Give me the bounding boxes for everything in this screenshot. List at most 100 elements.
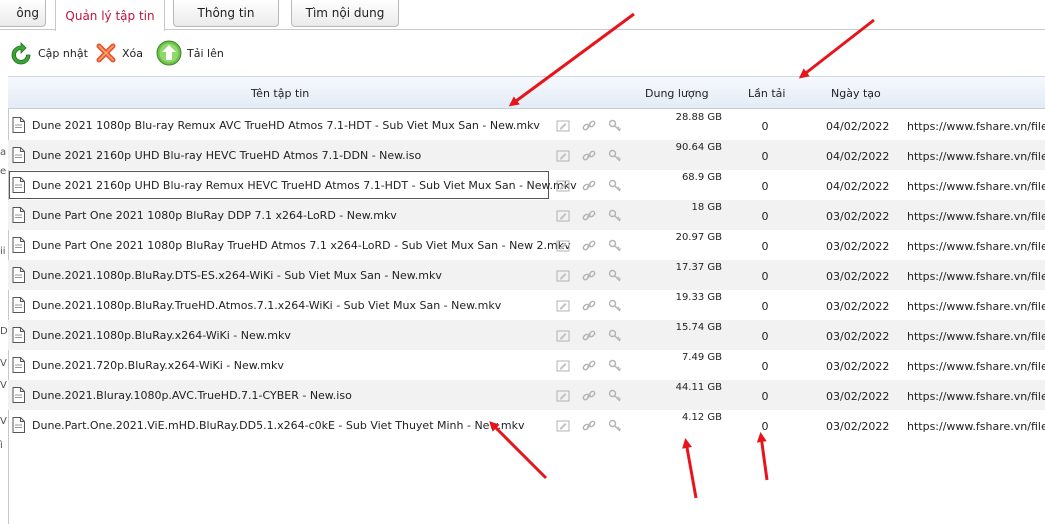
edit-icon[interactable] [556, 389, 570, 405]
edit-icon[interactable] [556, 269, 570, 285]
file-name[interactable]: Dune.2021.Bluray.1080p.AVC.TrueHD.7.1-CY… [32, 389, 352, 402]
refresh-button[interactable]: Cập nhật [9, 39, 88, 67]
key-icon[interactable] [608, 239, 622, 256]
table-row[interactable]: Dune 2021 2160p UHD Blu-ray Remux HEVC T… [8, 170, 1045, 200]
table-row[interactable]: Dune.2021.Bluray.1080p.AVC.TrueHD.7.1-CY… [8, 380, 1045, 410]
key-icon[interactable] [608, 389, 622, 406]
file-name[interactable]: Dune.2021.1080p.BluRay.TrueHD.Atmos.7.1.… [32, 299, 501, 312]
link-icon[interactable] [582, 329, 596, 346]
file-size: 68.9 GB [681, 172, 722, 183]
file-link[interactable]: https://www.fshare.vn/file/A [907, 180, 1045, 193]
table-row[interactable]: Dune.2021.720p.BluRay.x264-WiKi - New.mk… [8, 350, 1045, 380]
key-icon[interactable] [608, 149, 622, 166]
link-icon[interactable] [582, 119, 596, 136]
column-header-created[interactable]: Ngày tạo [831, 87, 881, 100]
download-count: 0 [761, 120, 769, 133]
edit-icon[interactable] [556, 119, 570, 135]
edit-icon[interactable] [556, 209, 570, 225]
file-size: 18 GB [691, 202, 722, 213]
tab-search-content[interactable]: Tìm nội dung [291, 0, 399, 27]
tab-file-manager[interactable]: Quản lý tập tin [55, 0, 165, 31]
edit-icon[interactable] [556, 149, 570, 165]
file-name[interactable]: Dune.2021.1080p.BluRay.x264-WiKi - New.m… [32, 329, 291, 342]
table-row[interactable]: Dune.2021.1080p.BluRay.TrueHD.Atmos.7.1.… [8, 290, 1045, 320]
file-name[interactable]: Dune.2021.720p.BluRay.x264-WiKi - New.mk… [32, 359, 284, 372]
link-icon[interactable] [582, 389, 596, 406]
file-link[interactable]: https://www.fshare.vn/file/E [907, 300, 1045, 313]
key-icon[interactable] [608, 119, 622, 136]
key-icon[interactable] [608, 329, 622, 346]
file-link[interactable]: https://www.fshare.vn/file/S [907, 120, 1045, 133]
table-row[interactable]: Dune.2021.1080p.BluRay.x264-WiKi - New.m… [8, 320, 1045, 350]
download-count: 0 [761, 330, 769, 343]
file-list: Dune 2021 1080p Blu-ray Remux AVC TrueHD… [8, 110, 1045, 440]
link-icon[interactable] [582, 209, 596, 226]
left-panel-fragment: D [0, 326, 8, 337]
tab-partial[interactable]: ông [0, 0, 46, 27]
edit-icon[interactable] [556, 299, 570, 315]
key-icon[interactable] [608, 179, 622, 196]
table-header: Tên tập tin Dung lượng Lần tải Ngày tạo [8, 76, 1045, 109]
file-name[interactable]: Dune.Part.One.2021.ViE.mHD.BluRay.DD5.1.… [32, 419, 525, 432]
tab-label: Quản lý tập tin [65, 8, 155, 23]
file-name[interactable]: Dune Part One 2021 1080p BluRay TrueHD A… [32, 239, 571, 252]
file-link[interactable]: https://www.fshare.vn/file/8 [907, 270, 1045, 283]
link-icon[interactable] [582, 269, 596, 286]
edit-icon[interactable] [556, 239, 570, 255]
file-link[interactable]: https://www.fshare.vn/file/E [907, 330, 1045, 343]
link-icon[interactable] [582, 239, 596, 256]
table-row[interactable]: Dune.2021.1080p.BluRay.DTS-ES.x264-WiKi … [8, 260, 1045, 290]
link-icon[interactable] [582, 419, 596, 436]
key-icon[interactable] [608, 209, 622, 226]
column-header-downloads[interactable]: Lần tải [748, 87, 785, 100]
file-link[interactable]: https://www.fshare.vn/file/V [907, 360, 1045, 373]
link-icon[interactable] [582, 179, 596, 196]
upload-label: Tải lên [187, 46, 224, 60]
delete-button[interactable]: Xóa [95, 39, 143, 67]
left-panel-fragment: V [0, 358, 7, 369]
file-icon [12, 357, 25, 376]
upload-arrow-icon [156, 40, 182, 66]
column-header-size[interactable]: Dung lượng [645, 87, 709, 100]
file-icon [12, 147, 25, 166]
key-icon[interactable] [608, 359, 622, 376]
file-name[interactable]: Dune 2021 2160p UHD Blu-ray Remux HEVC T… [32, 179, 577, 192]
link-icon[interactable] [582, 149, 596, 166]
table-row[interactable]: Dune 2021 1080p Blu-ray Remux AVC TrueHD… [8, 110, 1045, 140]
table-row[interactable]: Dune Part One 2021 1080p BluRay TrueHD A… [8, 230, 1045, 260]
file-icon [12, 237, 25, 256]
file-link[interactable]: https://www.fshare.vn/file/F [907, 210, 1045, 223]
tab-label: Thông tin [197, 6, 255, 20]
key-icon[interactable] [608, 299, 622, 316]
annotation-arrow [682, 438, 698, 499]
created-date: 04/02/2022 [826, 150, 890, 163]
table-row[interactable]: Dune.Part.One.2021.ViE.mHD.BluRay.DD5.1.… [8, 410, 1045, 440]
table-row[interactable]: Dune 2021 2160p UHD Blu-ray HEVC TrueHD … [8, 140, 1045, 170]
file-size: 4.12 GB [681, 412, 722, 423]
edit-icon[interactable] [556, 419, 570, 435]
delete-label: Xóa [122, 46, 144, 60]
file-link[interactable]: https://www.fshare.vn/file/8 [907, 390, 1045, 403]
file-link[interactable]: https://www.fshare.vn/file/N [907, 240, 1045, 253]
link-icon[interactable] [582, 359, 596, 376]
file-name[interactable]: Dune Part One 2021 1080p BluRay DDP 7.1 … [32, 209, 397, 222]
file-link[interactable]: https://www.fshare.vn/file/C [907, 420, 1045, 433]
created-date: 03/02/2022 [826, 300, 890, 313]
table-row[interactable]: Dune Part One 2021 1080p BluRay DDP 7.1 … [8, 200, 1045, 230]
file-name[interactable]: Dune 2021 2160p UHD Blu-ray HEVC TrueHD … [32, 149, 421, 162]
edit-icon[interactable] [556, 329, 570, 345]
key-icon[interactable] [608, 419, 622, 436]
file-link[interactable]: https://www.fshare.vn/file/S [907, 150, 1045, 163]
edit-icon[interactable] [556, 179, 570, 195]
column-header-name[interactable]: Tên tập tin [251, 87, 309, 100]
tab-info[interactable]: Thông tin [173, 0, 279, 27]
edit-icon[interactable] [556, 359, 570, 375]
created-date: 03/02/2022 [826, 360, 890, 373]
file-name[interactable]: Dune.2021.1080p.BluRay.DTS-ES.x264-WiKi … [32, 269, 442, 282]
link-icon[interactable] [582, 299, 596, 316]
download-count: 0 [761, 300, 769, 313]
left-panel-fragment: V [0, 380, 7, 391]
file-name[interactable]: Dune 2021 1080p Blu-ray Remux AVC TrueHD… [32, 119, 540, 132]
key-icon[interactable] [608, 269, 622, 286]
upload-button[interactable]: Tải lên [156, 39, 224, 67]
